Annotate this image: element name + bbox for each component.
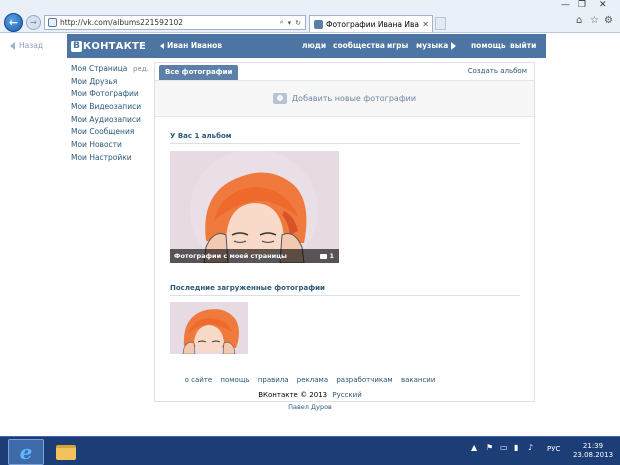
nav-help[interactable]: помощь [471, 41, 506, 50]
footer-link-ads[interactable]: реклама [297, 376, 328, 384]
recent-photo-thumbnail[interactable] [170, 302, 248, 354]
settings-gear-icon[interactable]: ⚙ [604, 15, 613, 26]
home-icon[interactable]: ⌂ [576, 15, 582, 26]
album-count-value: 1 [329, 252, 334, 260]
menu-item-news[interactable]: Мои Новости [71, 139, 149, 152]
favorites-star-icon[interactable]: ☆ [590, 15, 599, 26]
system-clock[interactable]: 21:39 23.08.2013 [569, 442, 617, 460]
menu-item-audio[interactable]: Мои Аудиозаписи [71, 114, 149, 127]
user-arrow-icon [160, 42, 164, 49]
add-photos-button[interactable]: Добавить новые фотографии [155, 81, 534, 117]
menu-item-label[interactable]: Моя Страница [71, 64, 127, 73]
back-arrow-icon[interactable]: ← [4, 13, 23, 32]
close-window-icon[interactable]: ✕ [599, 0, 607, 10]
url-text[interactable]: http://vk.com/albums221592102 [60, 18, 280, 27]
clock-time: 21:39 [582, 442, 604, 450]
album-caption-bar: Фотографии с моей страницы 1 [170, 249, 339, 263]
action-center-flag-icon[interactable]: ⚑ [486, 443, 493, 452]
taskbar-ie-button[interactable]: e [8, 439, 44, 465]
nav-more-arrow-icon[interactable] [451, 42, 456, 50]
volume-icon[interactable]: ♪ [528, 443, 533, 452]
footer-link-developers[interactable]: разработчикам [336, 376, 392, 384]
back-triangle-icon [10, 41, 15, 50]
minimize-icon[interactable]: — [561, 0, 570, 10]
tab-all-photos[interactable]: Все фотографии [159, 65, 239, 80]
search-icon[interactable]: ⌕ [280, 18, 284, 27]
nav-communities[interactable]: сообщества [333, 41, 385, 50]
photos-panel: Все фотографии Создать альбом Добавить н… [154, 62, 535, 402]
taskbar-explorer-button[interactable] [48, 439, 84, 465]
back-link[interactable]: Назад [10, 41, 43, 50]
footer-language-link[interactable]: Русский [332, 391, 361, 399]
header-user-link[interactable]: Иван Иванов [160, 41, 222, 50]
footer-link-jobs[interactable]: вакансии [401, 376, 435, 384]
recent-photo-drawing [170, 302, 248, 354]
vk-page: Назад В КОНТАКТЕ Иван Иванов люди сообще… [0, 34, 620, 436]
clock-date: 23.08.2013 [572, 451, 614, 459]
nav-games[interactable]: игры [387, 41, 408, 50]
footer-author-link[interactable]: Павел Дуров [0, 403, 620, 411]
close-tab-icon[interactable]: ✕ [422, 20, 429, 29]
header-user-name[interactable]: Иван Иванов [167, 41, 222, 50]
footer-link-rules[interactable]: правила [258, 376, 289, 384]
menu-item-settings[interactable]: Мои Настройки [71, 152, 149, 165]
create-album-link[interactable]: Создать альбом [468, 67, 527, 75]
network-icon[interactable]: ▮ [514, 443, 518, 452]
menu-item-videos[interactable]: Мои Видеозаписи [71, 101, 149, 114]
menu-edit-link[interactable]: ред. [133, 63, 149, 76]
new-tab-button[interactable] [435, 17, 446, 30]
language-indicator[interactable]: РУС [547, 445, 560, 453]
album-count: 1 [320, 252, 334, 260]
refresh-icon[interactable]: ↻ [295, 19, 301, 27]
footer-links: о сайте помощь правила реклама разработч… [0, 376, 620, 384]
internet-explorer-icon: e [19, 440, 33, 464]
windows-taskbar: e ▲ ⚑ ▭ ▮ ♪ РУС 21:39 23.08.2013 [0, 436, 620, 465]
page-icon [48, 18, 57, 27]
address-bar[interactable]: http://vk.com/albums221592102 ⌕ ▾ ↻ [44, 15, 306, 30]
camera-icon [272, 93, 287, 104]
recent-photos-heading: Последние загруженные фотографии [170, 284, 520, 296]
photos-tabs: Все фотографии Создать альбом [155, 63, 534, 81]
photo-count-camera-icon [320, 253, 328, 259]
album-cover[interactable]: Фотографии с моей страницы 1 [170, 151, 339, 263]
add-photos-label[interactable]: Добавить новые фотографии [292, 94, 416, 103]
nav-people[interactable]: люди [302, 41, 326, 50]
footer-copyright: ВКонтакте © 2013 [258, 391, 328, 399]
battery-icon[interactable]: ▭ [500, 443, 508, 452]
tray-expand-icon[interactable]: ▲ [471, 443, 477, 452]
tab-title: Фотографии Ивана Ивано... [326, 19, 419, 29]
footer-link-help[interactable]: помощь [220, 376, 249, 384]
footer-link-about[interactable]: о сайте [185, 376, 213, 384]
albums-heading: У Вас 1 альбом [170, 132, 520, 144]
nav-logout[interactable]: выйти [510, 41, 536, 50]
folder-icon [56, 444, 76, 460]
album-photo-drawing [170, 151, 339, 263]
restore-icon[interactable]: ❐ [578, 0, 586, 10]
logo-letter: В [71, 40, 82, 52]
browser-tab[interactable]: Фотографии Ивана Ивано... ✕ [309, 15, 433, 32]
left-menu: Моя Страница ред. Мои Друзья Мои Фотогра… [71, 63, 149, 165]
menu-item-photos[interactable]: Мои Фотографии [71, 88, 149, 101]
vk-header: В КОНТАКТЕ Иван Иванов люди сообщества и… [67, 34, 546, 58]
nav-music[interactable]: музыка [416, 41, 448, 50]
forward-arrow-icon[interactable]: → [26, 15, 41, 30]
vk-logo[interactable]: В КОНТАКТЕ [71, 40, 147, 52]
vk-favicon-icon [314, 19, 323, 29]
album-caption: Фотографии с моей страницы [174, 252, 287, 260]
footer-copyright-row: ВКонтакте © 2013 Русский [0, 391, 620, 399]
back-label[interactable]: Назад [19, 41, 43, 50]
menu-item-friends[interactable]: Мои Друзья [71, 76, 149, 89]
menu-item-my-page[interactable]: Моя Страница ред. [71, 63, 149, 76]
dropdown-icon[interactable]: ▾ [288, 19, 292, 27]
logo-text: КОНТАКТЕ [83, 40, 147, 52]
menu-item-messages[interactable]: Мои Сообщения [71, 126, 149, 139]
browser-toolbar: — ❐ ✕ ← → http://vk.com/albums221592102 … [0, 0, 620, 33]
